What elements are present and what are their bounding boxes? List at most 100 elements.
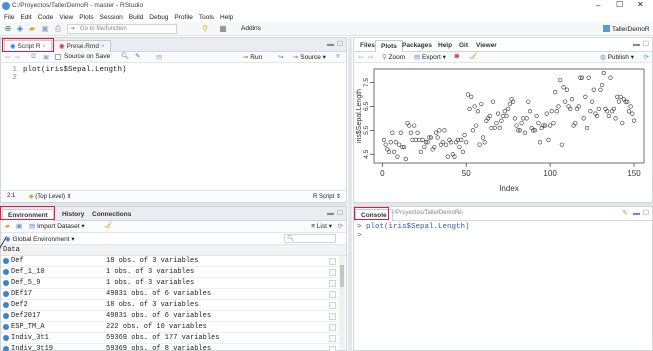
env-row[interactable]: Def 18 obs. of 3 variables (1, 256, 344, 267)
maximize-button[interactable]: ☐ (616, 0, 623, 9)
addins-menu[interactable]: Addins (241, 25, 261, 32)
menu-item[interactable]: Debug (149, 14, 168, 21)
env-row[interactable]: DEf17 49831 obs. of 6 variables (1, 289, 344, 300)
view-data-icon[interactable] (329, 269, 336, 276)
show-in-window-icon[interactable]: ⧉ (31, 53, 36, 61)
env-row[interactable]: Def_5_9 1 obs. of 3 variables (1, 278, 344, 289)
search-icon[interactable]: 🔍︎ (121, 52, 129, 60)
env-row[interactable]: Def2017 49831 obs. of 6 variables (1, 311, 344, 322)
prev-plot-icon[interactable]: ⇦ (358, 53, 363, 61)
menu-item[interactable]: Build (129, 14, 143, 21)
maximize-pane-icon[interactable]: ☐ (643, 40, 649, 48)
menu-item[interactable]: View (59, 14, 73, 21)
menu-item[interactable]: Plots (79, 14, 93, 21)
view-data-icon[interactable] (329, 335, 336, 342)
close-tab-icon[interactable]: × (101, 43, 105, 50)
clear-plots-icon[interactable]: 🧹︎ (469, 52, 477, 60)
expand-icon[interactable] (3, 258, 9, 264)
tab-packages[interactable]: Packages (397, 40, 437, 52)
console-output[interactable]: > plot(iris$Sepal.Length) > (354, 221, 652, 349)
maximize-pane-icon[interactable]: ☐ (337, 40, 343, 48)
expand-icon[interactable] (3, 291, 9, 297)
view-data-icon[interactable] (329, 280, 336, 287)
scope-dropdown[interactable]: ◉ Global Environment ▾ (5, 235, 75, 243)
horizontal-splitter-right[interactable] (353, 203, 653, 206)
minimize-button[interactable]: – (596, 1, 600, 10)
menu-item[interactable]: Help (220, 14, 233, 21)
minimize-pane-icon[interactable]: ▬ (633, 210, 640, 217)
vcs-icon[interactable]: ⚲ (200, 24, 210, 34)
broom-icon[interactable]: 🧹︎ (104, 221, 112, 229)
open-file-icon[interactable]: ▰ (27, 24, 37, 34)
view-data-icon[interactable] (329, 258, 336, 265)
tab-history[interactable]: History (57, 209, 89, 221)
save-file-icon[interactable]: ▣ (43, 53, 49, 61)
menu-item[interactable]: Code (38, 14, 54, 21)
menu-item[interactable]: File (4, 14, 14, 21)
minimize-pane-icon[interactable]: ▬ (327, 41, 334, 48)
env-row[interactable]: Indiv_3t19 59369 obs. of 8 variables (1, 344, 344, 351)
expand-icon[interactable] (3, 324, 9, 330)
go-to-directory-icon[interactable]: ⇨ (458, 209, 464, 217)
publish-button[interactable]: ◍ Publish ▾ (600, 53, 634, 61)
file-type-selector[interactable]: R Script ⇕ (313, 193, 341, 200)
env-row[interactable]: Def_1_10 1 obs. of 3 variables (1, 267, 344, 278)
outline-icon[interactable]: ≡ (336, 53, 340, 60)
expand-icon[interactable] (3, 269, 9, 275)
env-row[interactable]: ESP_TM_A 222 obs. of 10 variables (1, 322, 344, 333)
tab-viewer[interactable]: Viewer (471, 40, 502, 52)
forward-icon[interactable]: ⇨ (15, 53, 20, 61)
minimize-pane-icon[interactable]: ▬ (633, 41, 640, 48)
compile-report-icon[interactable]: ▤ (156, 53, 162, 61)
source-on-save-checkbox[interactable] (55, 54, 61, 60)
menu-item[interactable]: Tools (199, 14, 214, 21)
env-row[interactable]: Def2 18 obs. of 3 variables (1, 300, 344, 311)
save-icon[interactable]: ▣ (40, 24, 50, 34)
export-button[interactable]: ▤ Export ▾ (414, 53, 446, 61)
scrollbar-thumb[interactable] (340, 265, 344, 287)
goto-file-input[interactable]: ➜ Go to file/function (67, 24, 177, 34)
clear-console-icon[interactable]: ✎ (622, 209, 628, 217)
expand-icon[interactable] (3, 280, 9, 286)
view-data-icon[interactable] (329, 291, 336, 298)
save-workspace-icon[interactable]: ▣ (16, 222, 22, 230)
new-file-icon[interactable]: ⊕ (3, 24, 13, 34)
tab-connections[interactable]: Connections (87, 209, 136, 221)
load-workspace-icon[interactable]: ▰ (5, 222, 10, 230)
back-icon[interactable]: ⇦ (5, 53, 10, 61)
close-button[interactable]: ✕ (637, 0, 644, 9)
zoom-button[interactable]: ⚲ Zoom (382, 53, 405, 61)
env-row[interactable]: Indiv_3t1 59369 obs. of 177 variables (1, 333, 344, 344)
next-plot-icon[interactable]: ⇨ (368, 53, 373, 61)
expand-icon[interactable] (3, 302, 9, 308)
view-data-icon[interactable] (329, 324, 336, 331)
print-icon[interactable]: ⎙ (53, 24, 63, 34)
menu-item[interactable]: Session (100, 14, 123, 21)
import-dataset-button[interactable]: ▤ Import Dataset ▾ (29, 222, 85, 230)
tab-prese-rmd[interactable]: ◉ Prese.Rmd × (53, 40, 111, 52)
expand-icon[interactable] (3, 335, 9, 341)
expand-icon[interactable] (3, 313, 9, 319)
env-scrollbar[interactable] (339, 256, 345, 350)
maximize-pane-icon[interactable]: ☐ (643, 209, 649, 217)
scope-selector[interactable]: ◆ (Top Level) ⇕ (29, 193, 72, 200)
maximize-pane-icon[interactable]: ☐ (337, 209, 343, 217)
menu-item[interactable]: Profile (174, 14, 192, 21)
source-button[interactable]: ➙ Source ▾ (293, 53, 326, 61)
view-data-icon[interactable] (329, 346, 336, 351)
expand-icon[interactable] (3, 346, 9, 351)
refresh-icon[interactable]: ⟳ (338, 222, 343, 230)
rerun-icon[interactable]: ↪ (278, 53, 283, 61)
menu-item[interactable]: Edit (20, 14, 31, 21)
list-view-selector[interactable]: ≡ List ▾ (311, 222, 332, 230)
env-search-input[interactable]: 🔍︎ (284, 234, 336, 243)
console-input[interactable]: > (357, 232, 362, 240)
vertical-splitter[interactable] (348, 37, 352, 351)
minimize-pane-icon[interactable]: ▬ (327, 210, 334, 217)
project-menu[interactable]: TallerDemoR (603, 25, 650, 33)
view-data-icon[interactable] (329, 313, 336, 320)
code-editor[interactable]: 1 2 plot(iris$Sepal.Length) (1, 63, 346, 189)
workspace-panes-icon[interactable]: ▦ (218, 24, 228, 34)
magic-wand-icon[interactable]: ✎ (135, 52, 140, 60)
refresh-icon[interactable]: ⟳ (644, 53, 649, 61)
